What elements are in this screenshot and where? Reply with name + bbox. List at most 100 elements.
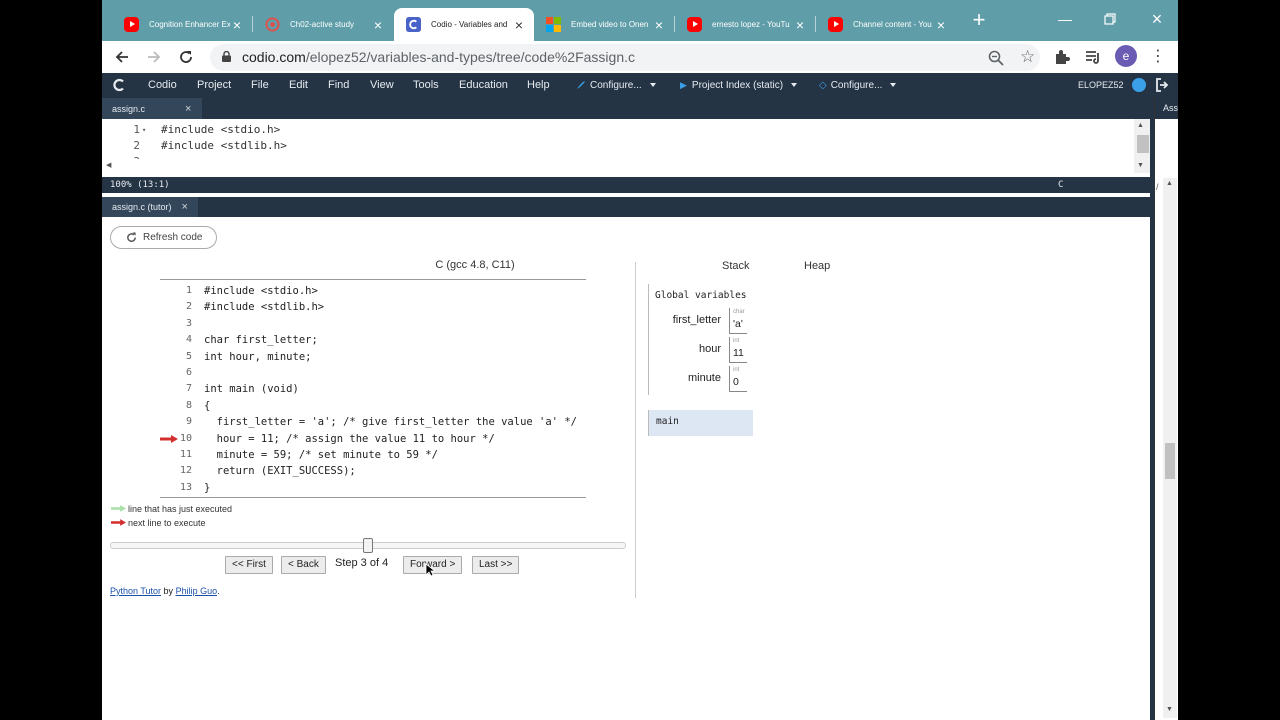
right-scrollbar[interactable]: ▲ ▼ [1163,178,1177,718]
menu-education[interactable]: Education [459,73,508,98]
caret-down-icon [649,83,656,88]
code-line: 2 #include <stdlib.h> [160,299,586,315]
tab-embed-video[interactable]: Embed video to Onen × [534,8,674,41]
configure-menu-1[interactable]: Configure... [576,73,656,98]
tab-channel-content[interactable]: Channel content - You × [816,8,956,41]
tab-cognition[interactable]: Cognition Enhancer Ex × [112,8,252,41]
scroll-up-icon[interactable]: ▲ [1137,122,1144,129]
code-line: 1 #include <stdio.h> [160,283,586,299]
project-index-menu[interactable]: ▶ Project Index (static) [680,73,798,98]
tab-title: Channel content - You [853,20,932,29]
python-tutor-link[interactable]: Python Tutor [110,586,161,596]
close-icon[interactable]: × [652,18,666,32]
scroll-down-icon[interactable]: ▼ [1166,706,1173,713]
line-number: 1 [185,285,192,296]
scroll-up-icon[interactable]: ▲ [1166,180,1173,187]
variable-name: minute [687,372,721,384]
code-line: 8{ [160,398,586,414]
menu-project[interactable]: Project [197,73,231,98]
close-icon[interactable]: × [230,18,244,32]
user-name[interactable]: ELOPEZ52 [1078,73,1124,98]
address-bar[interactable]: codio.com/elopez52/variables-and-types/t… [210,44,1040,71]
step-slider-handle[interactable] [363,538,373,553]
resize-handle[interactable]: / [1156,182,1159,192]
codio-icon [406,17,421,32]
credits: Python Tutor by Philip Guo. [110,586,220,596]
restore-button[interactable] [1095,8,1125,30]
first-button[interactable]: << First [225,556,273,574]
variable-type: int [733,338,740,344]
scrollbar-thumb[interactable] [1137,135,1149,153]
close-icon[interactable]: × [793,18,807,32]
tab-ch02[interactable]: Ch02-active study × [253,8,393,41]
close-icon[interactable]: × [371,18,385,32]
browser-menu-icon[interactable]: ⋮ [1148,46,1168,68]
extensions-icon[interactable] [1053,48,1071,66]
last-button[interactable]: Last >> [472,556,520,574]
code-editor[interactable]: 1 ▾ #include <stdio.h> 2 #include <stdli… [102,119,1150,159]
variable-box: char 'a' [729,308,747,334]
language-mode[interactable]: C [1058,177,1063,193]
line-number: 4 [185,334,192,346]
tab-codio[interactable]: Codio - Variables and × [394,8,534,41]
philip-guo-link[interactable]: Philip Guo [176,586,218,596]
close-icon[interactable]: × [182,201,188,213]
back-step-button[interactable]: < Back [281,556,326,574]
study-icon [265,17,280,32]
variable-value: 'a' [733,318,743,330]
right-pane-tab[interactable]: Assi [1155,98,1178,119]
power-icon[interactable] [1132,78,1146,92]
menu-view[interactable]: View [370,73,394,98]
editor-tab-tutor[interactable]: assign.c (tutor) × [102,197,198,217]
scrollbar-thumb[interactable] [1165,443,1175,479]
profile-avatar[interactable]: e [1115,45,1137,67]
menu-help[interactable]: Help [527,73,550,98]
variable-minute: minute int 0 [649,366,754,394]
menu-codio[interactable]: Codio [148,73,177,98]
tab-ernesto[interactable]: ernesto lopez - YouTu × [675,8,815,41]
configure-menu-2[interactable]: ◇ Configure... [819,73,897,98]
scroll-left-icon[interactable]: ◀ [106,161,111,169]
window-close-button[interactable]: × [1142,8,1172,30]
menu-tools[interactable]: Tools [413,73,439,98]
editor-horizontal-scrollbar[interactable]: ◀ [102,159,1134,173]
codio-logo-icon[interactable] [112,78,126,92]
new-tab-button[interactable]: + [968,9,990,32]
youtube-icon [828,17,843,32]
browser-toolbar: codio.com/elopez52/variables-and-types/t… [102,41,1178,73]
code-line: 6 [160,365,586,381]
credit-end: . [217,586,220,596]
line-number: 6 [185,367,192,378]
diamond-icon: ◇ [819,80,827,91]
close-icon[interactable]: × [512,18,526,32]
variable-hour: hour int 11 [649,337,754,365]
cursor-position: 100% (13:1) [110,180,170,190]
line-number: 2 [133,139,140,152]
code-line: 13} [160,480,586,496]
menu-edit[interactable]: Edit [289,73,308,98]
minimize-button[interactable]: — [1050,8,1080,30]
editor-tab-bar: assign.c × [102,98,1150,119]
editor-scrollbar[interactable]: ▲ ▼ [1134,119,1150,173]
editor-tab-assign-c[interactable]: assign.c × [102,98,202,119]
code-line: 7 int main (void) [160,381,586,397]
scroll-down-icon[interactable]: ▼ [1137,162,1144,169]
refresh-code-button[interactable]: Refresh code [110,226,217,249]
bookmark-star-icon[interactable]: ☆ [1020,47,1038,67]
media-control-icon[interactable] [1084,48,1102,66]
close-icon[interactable]: × [185,103,191,115]
menu-file[interactable]: File [251,73,269,98]
editor-line: 1 ▾ #include <stdio.h> [102,122,1134,138]
zoom-icon[interactable] [988,50,1004,66]
line-number: 12 [179,465,192,477]
close-icon[interactable]: × [934,18,948,32]
back-button[interactable] [110,46,134,68]
credit-by: by [163,586,174,596]
logout-icon[interactable] [1155,78,1169,92]
forward-button[interactable] [142,46,166,68]
fold-arrow-icon[interactable]: ▾ [142,122,146,138]
menu-find[interactable]: Find [328,73,349,98]
tab-title: Codio - Variables and [431,20,508,29]
reload-button[interactable] [174,46,198,68]
line-text: #include <stdio.h> [204,285,318,297]
